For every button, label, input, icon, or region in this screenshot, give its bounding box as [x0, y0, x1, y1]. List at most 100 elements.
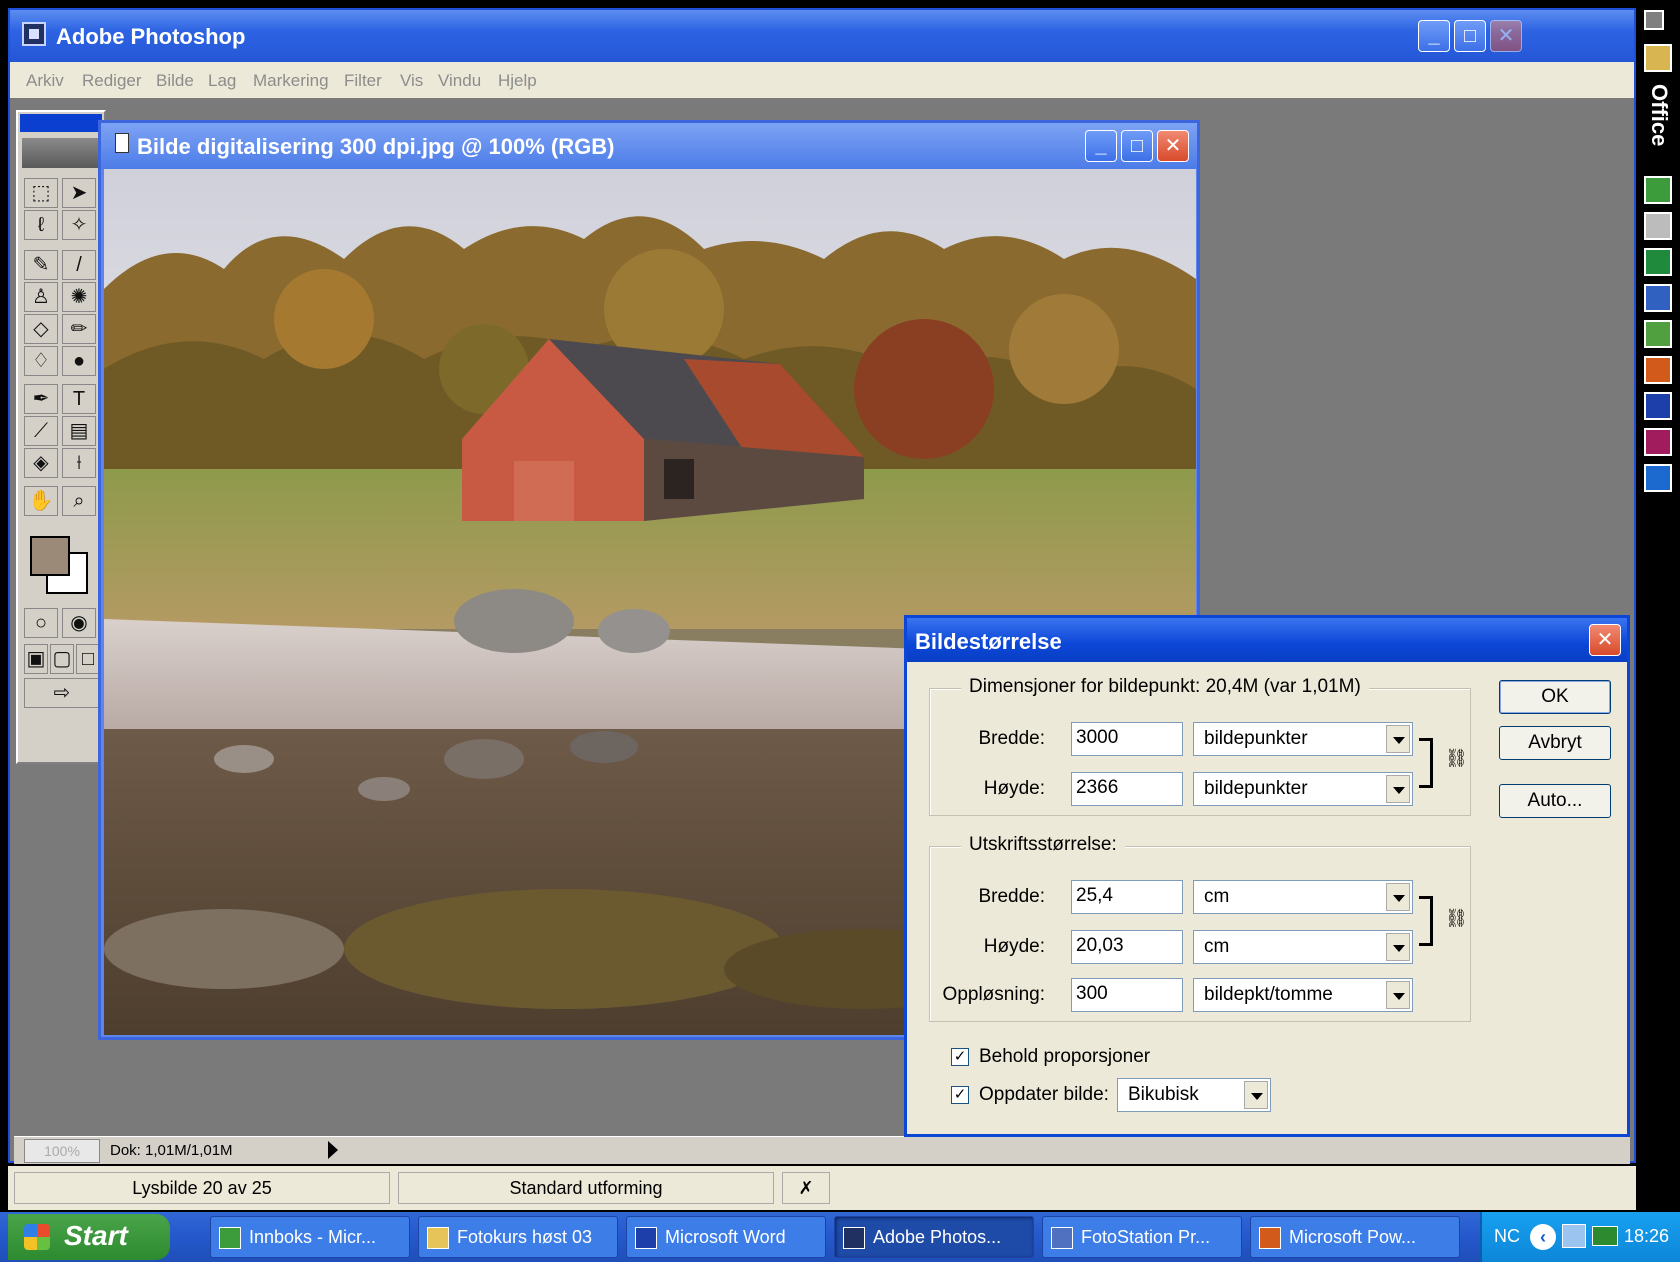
- measure-tool-icon[interactable]: ⟋: [24, 416, 58, 446]
- menu-hjelp[interactable]: Hjelp: [498, 71, 537, 91]
- blur-tool-icon[interactable]: ♢: [24, 346, 58, 376]
- fotostation-icon: [1051, 1227, 1073, 1249]
- print-width-input[interactable]: 25,4: [1071, 880, 1183, 914]
- resample-method-select[interactable]: Bikubisk: [1117, 1078, 1271, 1112]
- document-titlebar[interactable]: Bilde digitalisering 300 dpi.jpg @ 100% …: [101, 123, 1197, 169]
- ok-button[interactable]: OK: [1499, 680, 1611, 714]
- eyedropper-tool-icon[interactable]: ⟊: [62, 448, 96, 478]
- pixel-width-unit-select[interactable]: bildepunkter: [1193, 722, 1413, 756]
- pixel-height-unit-select[interactable]: bildepunkter: [1193, 772, 1413, 806]
- airbrush-tool-icon[interactable]: ✎: [24, 250, 58, 280]
- network-icon[interactable]: [1562, 1224, 1586, 1248]
- hand-tool-icon[interactable]: ✋: [24, 486, 58, 516]
- standard-mode-icon[interactable]: ○: [24, 608, 58, 638]
- keep-proportions-checkbox[interactable]: ✓: [951, 1048, 969, 1066]
- office-folder-icon[interactable]: [1644, 44, 1672, 72]
- office-menu-icon[interactable]: [1644, 10, 1664, 30]
- calendar-shortcut-icon[interactable]: [1644, 212, 1672, 240]
- doc-close-button[interactable]: ✕: [1157, 130, 1189, 162]
- chevron-down-icon[interactable]: [1386, 725, 1410, 753]
- marquee-tool-icon[interactable]: ⬚: [24, 178, 58, 208]
- task-fotostation[interactable]: FotoStation Pr...: [1042, 1216, 1242, 1258]
- chevron-down-icon[interactable]: [1386, 981, 1410, 1009]
- hardware-icon[interactable]: [1592, 1226, 1618, 1246]
- stamp-tool-icon[interactable]: ♙: [24, 282, 58, 312]
- language-indicator[interactable]: NC: [1494, 1226, 1520, 1247]
- menu-lag[interactable]: Lag: [208, 71, 236, 91]
- foreground-color-swatch[interactable]: [30, 536, 70, 576]
- full-screen-mode-icon[interactable]: □: [76, 644, 100, 674]
- resolution-input[interactable]: 300: [1071, 978, 1183, 1012]
- dialog-titlebar[interactable]: Bildestørrelse ✕: [907, 618, 1627, 662]
- close-button[interactable]: ✕: [1490, 20, 1522, 52]
- spelling-check-icon[interactable]: ✗: [782, 1172, 830, 1204]
- minimize-button[interactable]: _: [1418, 20, 1450, 52]
- print-constrain-bracket: [1419, 896, 1433, 946]
- dodge-tool-icon[interactable]: ●: [62, 346, 96, 376]
- history-brush-tool-icon[interactable]: ✺: [62, 282, 96, 312]
- doc-maximize-button[interactable]: □: [1121, 130, 1153, 162]
- update-image-checkbox[interactable]: ✓: [951, 1086, 969, 1104]
- help-shortcut-icon[interactable]: [1644, 464, 1672, 492]
- chevron-left-icon[interactable]: ‹: [1530, 1224, 1556, 1250]
- full-screen-menu-mode-icon[interactable]: ▢: [50, 644, 74, 674]
- zoom-tool-icon[interactable]: ⌕: [62, 486, 96, 516]
- menu-vis[interactable]: Vis: [400, 71, 423, 91]
- task-folder[interactable]: Fotokurs høst 03: [418, 1216, 618, 1258]
- print-height-unit-select[interactable]: cm: [1193, 930, 1413, 964]
- publisher-shortcut-icon[interactable]: [1644, 320, 1672, 348]
- pixel-width-input[interactable]: 3000: [1071, 722, 1183, 756]
- menu-arkiv[interactable]: Arkiv: [26, 71, 64, 91]
- word-shortcut-icon[interactable]: [1644, 392, 1672, 420]
- standard-screen-mode-icon[interactable]: ▣: [24, 644, 48, 674]
- dialog-close-button[interactable]: ✕: [1589, 624, 1621, 656]
- chevron-down-icon[interactable]: [1386, 933, 1410, 961]
- chevron-down-icon[interactable]: [1386, 775, 1410, 803]
- fotostation-shortcut-icon[interactable]: [1644, 284, 1672, 312]
- magic-wand-tool-icon[interactable]: ✧: [62, 210, 96, 240]
- quick-mask-mode-icon[interactable]: ◉: [62, 608, 96, 638]
- powerpoint-shortcut-icon[interactable]: [1644, 356, 1672, 384]
- menu-markering[interactable]: Markering: [253, 71, 329, 91]
- start-button[interactable]: Start: [8, 1214, 170, 1260]
- task-label: FotoStation Pr...: [1081, 1227, 1211, 1247]
- pencil-tool-icon[interactable]: ✏: [62, 314, 96, 344]
- brush-tool-icon[interactable]: /: [62, 250, 96, 280]
- maximize-button[interactable]: □: [1454, 20, 1486, 52]
- print-height-input[interactable]: 20,03: [1071, 930, 1183, 964]
- outlook-shortcut-icon[interactable]: [1644, 176, 1672, 204]
- access-shortcut-icon[interactable]: [1644, 428, 1672, 456]
- print-width-unit-select[interactable]: cm: [1193, 880, 1413, 914]
- menu-vindu[interactable]: Vindu: [438, 71, 481, 91]
- app-titlebar[interactable]: Adobe Photoshop _ □ ✕: [10, 10, 1634, 62]
- update-image-label[interactable]: Oppdater bilde:: [979, 1084, 1109, 1106]
- zoom-level-field[interactable]: 100%: [24, 1139, 100, 1163]
- keep-proportions-label[interactable]: Behold proporsjoner: [979, 1046, 1150, 1068]
- task-outlook[interactable]: Innboks - Micr...: [210, 1216, 410, 1258]
- paint-bucket-tool-icon[interactable]: ◈: [24, 448, 58, 478]
- task-powerpoint[interactable]: Microsoft Pow...: [1250, 1216, 1460, 1258]
- chevron-down-icon[interactable]: [1386, 883, 1410, 911]
- pen-tool-icon[interactable]: ✒: [24, 384, 58, 414]
- gradient-tool-icon[interactable]: ▤: [62, 416, 96, 446]
- eraser-tool-icon[interactable]: ◇: [24, 314, 58, 344]
- toolbox-titlebar[interactable]: [20, 114, 102, 132]
- cancel-button[interactable]: Avbryt: [1499, 726, 1611, 760]
- chevron-down-icon[interactable]: [1244, 1081, 1268, 1109]
- move-tool-icon[interactable]: ➤: [62, 178, 96, 208]
- doc-minimize-button[interactable]: _: [1085, 130, 1117, 162]
- excel-shortcut-icon[interactable]: [1644, 248, 1672, 276]
- auto-button[interactable]: Auto...: [1499, 784, 1611, 818]
- type-tool-icon[interactable]: T: [62, 384, 96, 414]
- menu-bilde[interactable]: Bilde: [156, 71, 194, 91]
- resolution-unit-select[interactable]: bildepkt/tomme: [1193, 978, 1413, 1012]
- task-photoshop[interactable]: Adobe Photos...: [834, 1216, 1034, 1258]
- adobe-eye-icon[interactable]: [22, 138, 102, 168]
- task-word[interactable]: Microsoft Word: [626, 1216, 826, 1258]
- menu-rediger[interactable]: Rediger: [82, 71, 142, 91]
- jump-to-imageready-icon[interactable]: ⇨: [24, 678, 100, 708]
- status-menu-arrow-icon[interactable]: [328, 1141, 338, 1159]
- menu-filter[interactable]: Filter: [344, 71, 382, 91]
- lasso-tool-icon[interactable]: ℓ: [24, 210, 58, 240]
- pixel-height-input[interactable]: 2366: [1071, 772, 1183, 806]
